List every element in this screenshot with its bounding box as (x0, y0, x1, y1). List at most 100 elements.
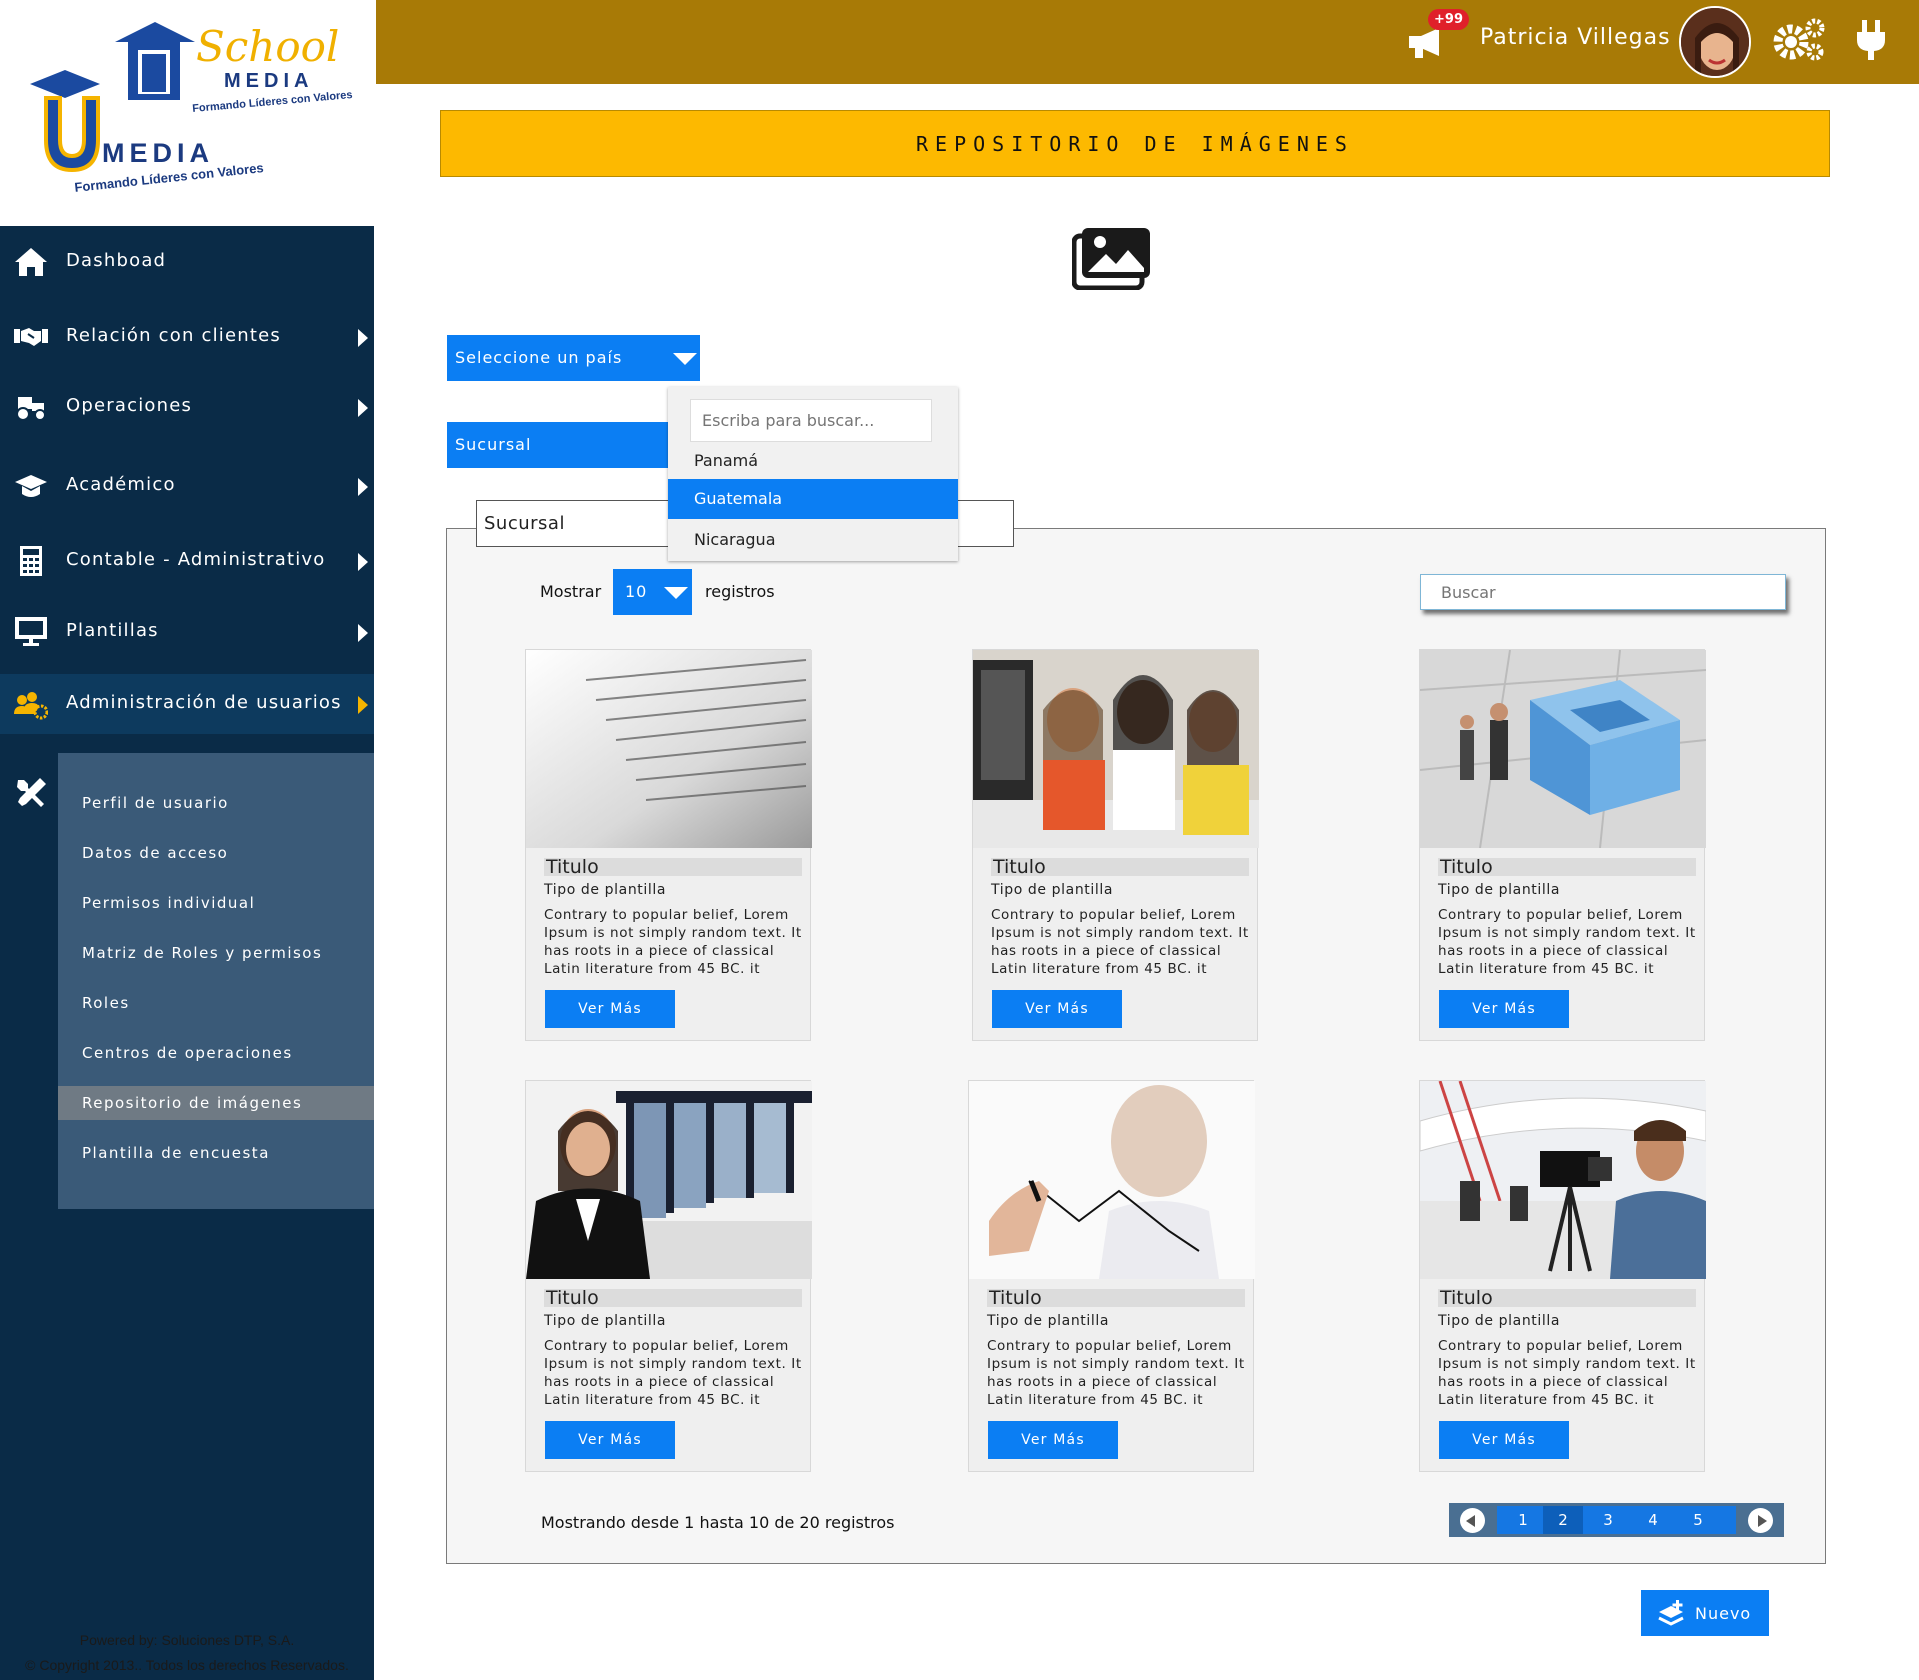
ver-mas-button[interactable]: Ver Más (1439, 990, 1569, 1028)
sidebar-item-contable[interactable]: Contable - Administrativo (0, 531, 374, 591)
user-name[interactable]: Patricia Villegas (1480, 25, 1671, 50)
dropdown-option[interactable]: Panamá (668, 441, 958, 481)
submenu-item-label: Centros de operaciones (82, 1044, 293, 1062)
caret-down-icon (664, 587, 688, 599)
submenu-item-centros[interactable]: Centros de operaciones (58, 1036, 374, 1070)
card-type: Tipo de plantilla (544, 1313, 667, 1329)
card-description: Contrary to popular belief, Lorem Ipsum … (544, 1338, 802, 1408)
image-card: Titulo Tipo de plantilla Contrary to pop… (972, 649, 1259, 1041)
ver-mas-button[interactable]: Ver Más (545, 990, 675, 1028)
gallery-panel: Mostrar 10 registros Titulo Tipo de plan… (446, 528, 1826, 1564)
search-input[interactable] (1420, 574, 1786, 610)
sidebar-item-academico[interactable]: Académico (0, 456, 374, 516)
sidebar-item-label: Académico (66, 474, 176, 495)
card-image-chart-man (969, 1081, 1255, 1279)
sidebar-item-label: Administración de usuarios (66, 692, 342, 713)
page-2[interactable]: 2 (1543, 1506, 1583, 1534)
submenu-item-repositorio[interactable]: Repositorio de imágenes (58, 1086, 374, 1120)
footer-powered-by: Powered by: Soluciones DTP, S.A. (79, 1632, 295, 1648)
card-image-document (526, 650, 812, 848)
submenu-item-roles[interactable]: Roles (58, 986, 374, 1020)
card-title: Titulo (544, 1289, 802, 1308)
page-1[interactable]: 1 (1503, 1506, 1543, 1534)
branch-select[interactable]: Sucursal (447, 422, 669, 468)
country-dropdown: Panamá Guatemala Nicaragua (668, 387, 958, 561)
next-page-icon[interactable] (1748, 1508, 1773, 1533)
submenu-item-label: Datos de acceso (82, 844, 229, 862)
page-4[interactable]: 4 (1633, 1506, 1673, 1534)
page-3[interactable]: 3 (1588, 1506, 1628, 1534)
megaphone-icon[interactable] (1405, 26, 1449, 60)
logo-school-text: School (196, 22, 340, 71)
top-bar: +99 Patricia Villegas (376, 0, 1919, 84)
settings-gears-icon[interactable] (1771, 16, 1827, 62)
presentation-icon (15, 617, 47, 646)
submenu-item-permisos[interactable]: Permisos individual (58, 886, 374, 920)
submenu-item-label: Roles (82, 994, 130, 1012)
sidebar-item-relacion-clientes[interactable]: Relación con clientes (0, 307, 374, 367)
image-card: Titulo Tipo de plantilla Contrary to pop… (968, 1080, 1255, 1472)
page-5[interactable]: 5 (1678, 1506, 1718, 1534)
page-title-bar: REPOSITORIO DE IMÁGENES (440, 110, 1830, 177)
card-image-students (973, 650, 1259, 848)
card-title: Titulo (1438, 1289, 1696, 1308)
submenu-item-plantilla-encuesta[interactable]: Plantilla de encuesta (58, 1136, 374, 1170)
sucursal-field-label: Sucursal (484, 513, 565, 534)
dropdown-option[interactable]: Guatemala (668, 479, 958, 519)
sidebar-item-label: Plantillas (66, 620, 159, 641)
logo: School MEDIA Formando Líderes con Valore… (0, 0, 376, 226)
plug-icon[interactable] (1854, 18, 1888, 62)
dropdown-option-label: Nicaragua (694, 530, 776, 549)
home-icon (15, 248, 47, 276)
sidebar-item-tools[interactable] (0, 762, 58, 822)
dropdown-option[interactable]: Nicaragua (668, 520, 958, 560)
dropdown-search-input[interactable] (690, 399, 932, 442)
country-select[interactable]: Seleccione un país (447, 335, 700, 381)
ver-mas-button[interactable]: Ver Más (545, 1421, 675, 1459)
submenu-admin-usuarios: Perfil de usuario Datos de acceso Permis… (58, 753, 374, 1209)
avatar[interactable] (1679, 6, 1751, 78)
ver-mas-button[interactable]: Ver Más (1439, 1421, 1569, 1459)
card-description: Contrary to popular belief, Lorem Ipsum … (987, 1338, 1245, 1408)
submenu-item-perfil[interactable]: Perfil de usuario (58, 786, 374, 820)
card-image-camera (1420, 1081, 1706, 1279)
country-select-label: Seleccione un país (455, 348, 623, 367)
users-gear-icon (14, 692, 48, 720)
submenu-item-datos-acceso[interactable]: Datos de acceso (58, 836, 374, 870)
chevron-right-icon (358, 478, 368, 496)
sidebar-item-admin-usuarios[interactable]: Administración de usuarios (0, 674, 374, 734)
card-description: Contrary to popular belief, Lorem Ipsum … (1438, 1338, 1696, 1408)
dropdown-option-label: Panamá (694, 451, 759, 470)
submenu-item-label: Repositorio de imágenes (82, 1094, 303, 1112)
ver-mas-button[interactable]: Ver Más (988, 1421, 1118, 1459)
records-info: Mostrando desde 1 hasta 10 de 20 registr… (541, 1513, 895, 1532)
submenu-item-matriz-roles[interactable]: Matriz de Roles y permisos (58, 936, 374, 970)
card-type: Tipo de plantilla (991, 882, 1114, 898)
card-type: Tipo de plantilla (544, 882, 667, 898)
submenu-item-label: Plantilla de encuesta (82, 1144, 270, 1162)
card-type: Tipo de plantilla (1438, 882, 1561, 898)
tractor-icon (16, 397, 46, 421)
logo-media-small-text: MEDIA (224, 70, 314, 92)
pagination: 1 2 3 4 5 (1449, 1503, 1784, 1537)
page-size-select[interactable]: 10 (613, 569, 692, 615)
sidebar-item-operaciones[interactable]: Operaciones (0, 377, 374, 437)
sidebar-item-plantillas[interactable]: Plantillas (0, 602, 374, 662)
card-type: Tipo de plantilla (1438, 1313, 1561, 1329)
card-title: Titulo (544, 858, 802, 877)
card-title: Titulo (991, 858, 1249, 877)
dropdown-option-label: Guatemala (694, 489, 783, 508)
ver-mas-button[interactable]: Ver Más (992, 990, 1122, 1028)
sidebar-item-label: Relación con clientes (66, 325, 281, 346)
submenu-item-label: Permisos individual (82, 894, 256, 912)
chevron-right-icon (358, 624, 368, 642)
logo-media-text: MEDIA (102, 138, 214, 168)
submenu-item-label: Matriz de Roles y permisos (82, 944, 323, 962)
sidebar-item-dashboard[interactable]: Dashboad (0, 232, 374, 292)
card-type: Tipo de plantilla (987, 1313, 1110, 1329)
branch-select-label: Sucursal (455, 435, 532, 454)
new-button[interactable]: Nuevo (1641, 1590, 1769, 1636)
images-icon (1072, 228, 1150, 290)
prev-page-icon[interactable] (1460, 1508, 1485, 1533)
show-label: Mostrar (540, 582, 602, 601)
